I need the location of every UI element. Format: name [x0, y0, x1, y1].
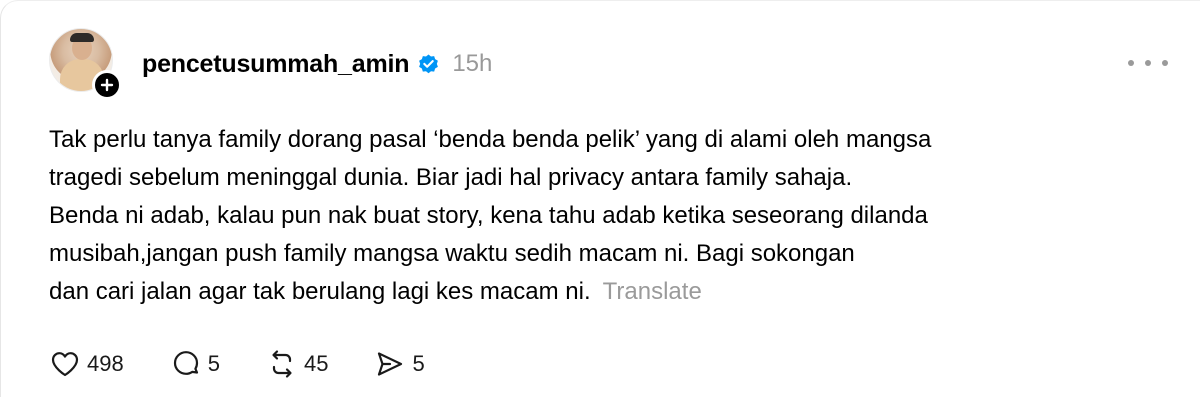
post-text-line: Tak perlu tanya family dorang pasal ‘ben… [49, 126, 932, 153]
post-text-line: dan cari jalan agar tak berulang lagi ke… [49, 278, 591, 305]
like-button[interactable]: 498 [49, 348, 124, 380]
post-header: pencetusummah_amin 15h [142, 47, 492, 81]
post-text-last-line: dan cari jalan agar tak berulang lagi ke… [49, 273, 1159, 311]
comment-icon [173, 351, 198, 375]
translate-link[interactable]: Translate [603, 278, 702, 305]
post-text-line: tragedi sebelum meninggal dunia. Biar ja… [49, 164, 853, 191]
send-icon [378, 352, 403, 376]
share-button[interactable]: 5 [374, 348, 425, 380]
repost-button[interactable]: 45 [266, 348, 328, 380]
post-card: pencetusummah_amin 15h Tak perlu tanya f… [0, 0, 1200, 397]
post-actions: 498 5 45 5 [49, 346, 471, 382]
reply-button[interactable]: 5 [170, 348, 220, 380]
author-username[interactable]: pencetusummah_amin [142, 50, 410, 79]
reply-count: 5 [207, 351, 220, 376]
post-timestamp[interactable]: 15h [452, 50, 492, 78]
share-count: 5 [412, 351, 425, 376]
post-text-line: Benda ni adab, kalau pun nak buat story,… [49, 202, 928, 229]
post-text-line: musibah,jangan push family mangsa waktu … [49, 240, 855, 267]
repost-icon [272, 350, 292, 378]
author-avatar[interactable] [49, 28, 122, 100]
post-text: Tak perlu tanya family dorang pasal ‘ben… [49, 121, 1159, 311]
verified-badge-icon [417, 53, 440, 76]
heart-icon [51, 352, 79, 377]
like-count: 498 [87, 351, 124, 376]
follow-plus-icon[interactable] [92, 70, 122, 100]
repost-count: 45 [303, 351, 329, 376]
more-options-icon[interactable] [1128, 53, 1168, 73]
